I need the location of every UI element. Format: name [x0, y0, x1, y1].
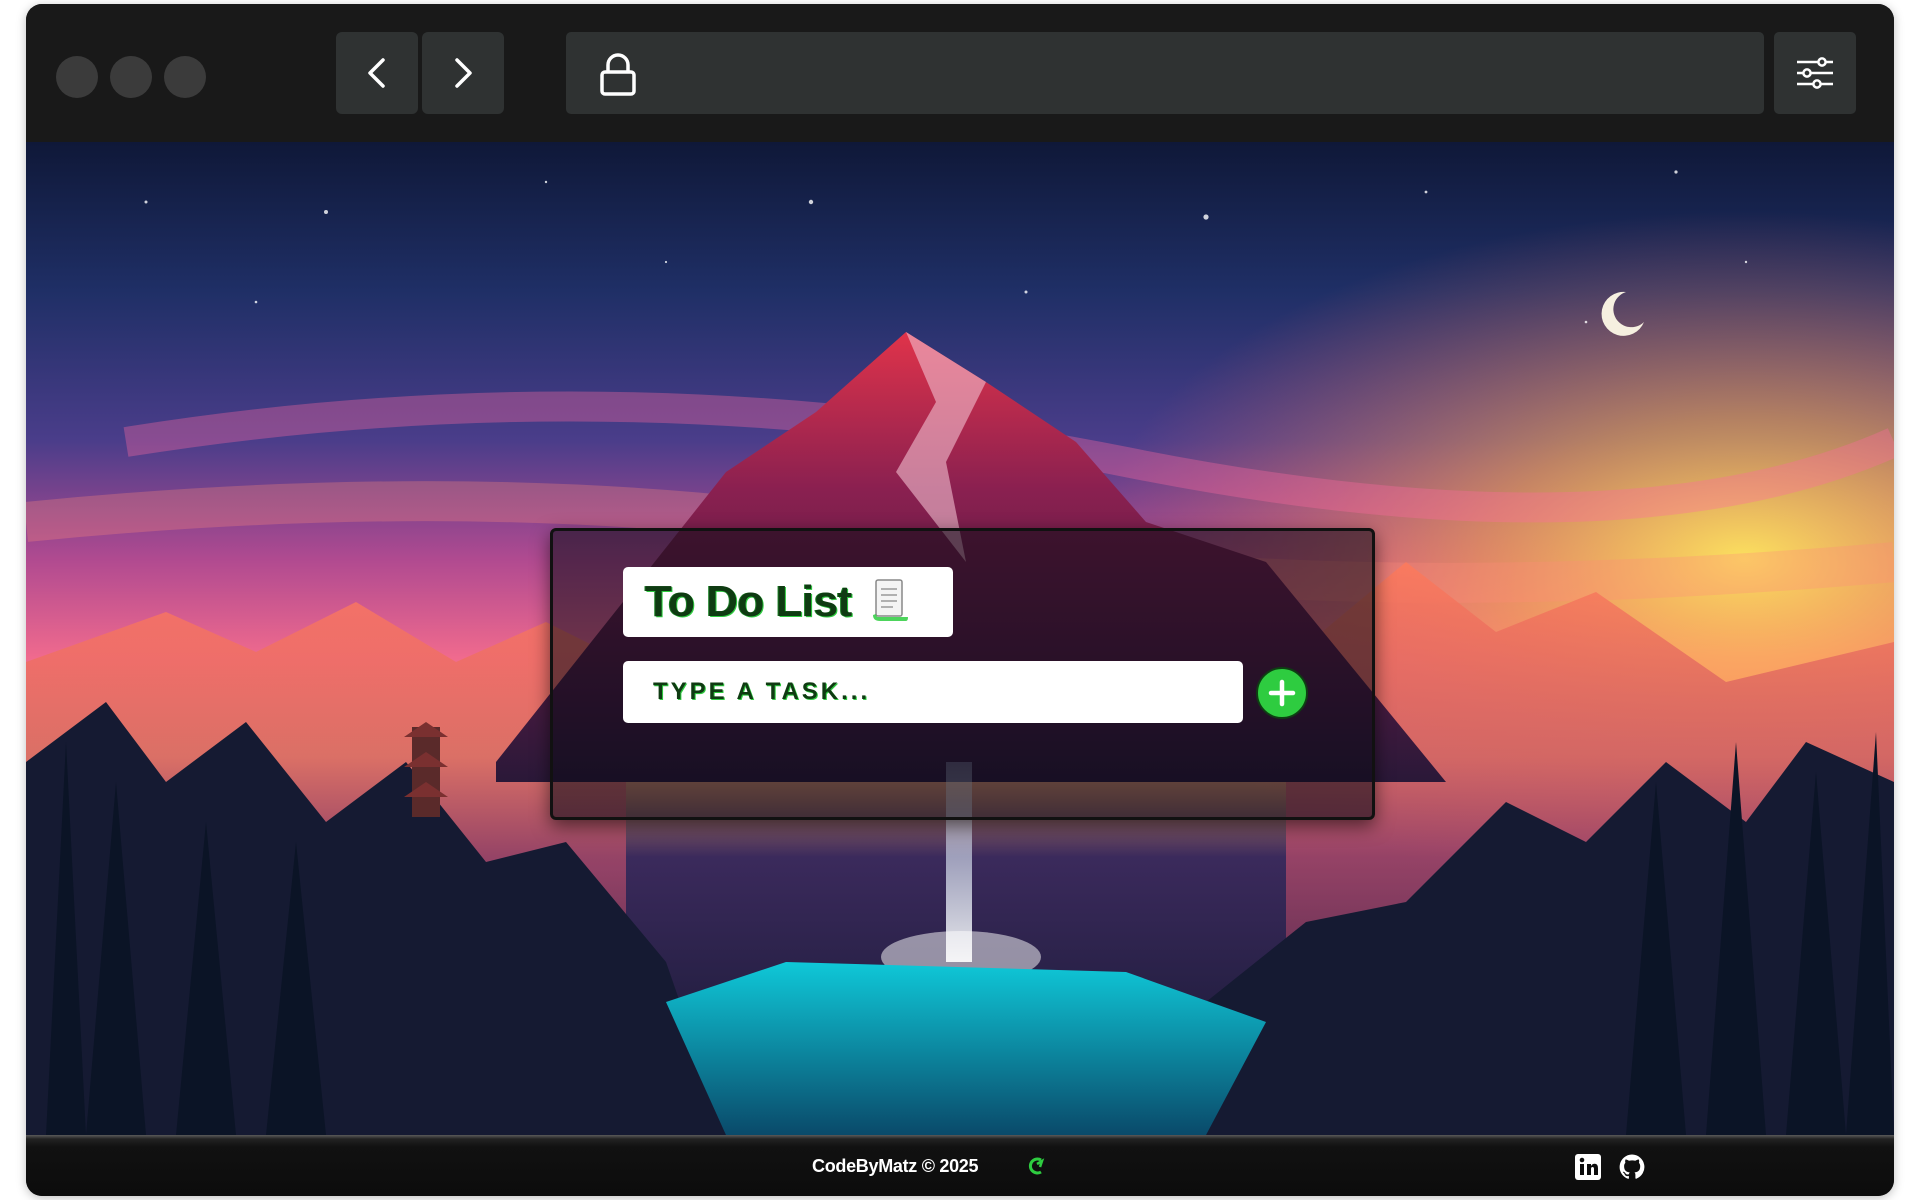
page-viewport: To Do List: [26, 142, 1894, 1135]
todo-panel: To Do List: [550, 528, 1375, 820]
window-close-button[interactable]: [56, 56, 98, 98]
forward-button[interactable]: [422, 32, 504, 114]
add-task-button[interactable]: [1256, 667, 1308, 719]
scroll-icon: [870, 577, 910, 628]
app-title: To Do List: [645, 577, 852, 626]
address-bar[interactable]: [566, 32, 1764, 114]
browser-window: To Do List TYPE A TASK... CodeByMatz © 2…: [26, 4, 1894, 1196]
window-maximize-button[interactable]: [164, 56, 206, 98]
title-box: To Do List: [623, 567, 953, 637]
chevron-right-icon: [455, 58, 472, 88]
footer-credit: CodeByMatz © 2025: [812, 1156, 979, 1176]
settings-button[interactable]: [1774, 32, 1856, 114]
window-minimize-button[interactable]: [110, 56, 152, 98]
plus-icon: [1268, 679, 1296, 707]
codebymatz-logo-icon: [1028, 1157, 1045, 1175]
browser-toolbar: [26, 4, 1894, 142]
linkedin-icon[interactable]: [1574, 1153, 1602, 1181]
github-icon[interactable]: [1618, 1153, 1646, 1181]
back-button[interactable]: [336, 32, 418, 114]
chevron-left-icon: [368, 58, 385, 88]
lock-icon: [600, 53, 636, 96]
page-footer: CodeByMatz © 2025: [26, 1135, 1894, 1196]
task-input[interactable]: [623, 661, 1243, 723]
sliders-icon: [1797, 57, 1833, 89]
